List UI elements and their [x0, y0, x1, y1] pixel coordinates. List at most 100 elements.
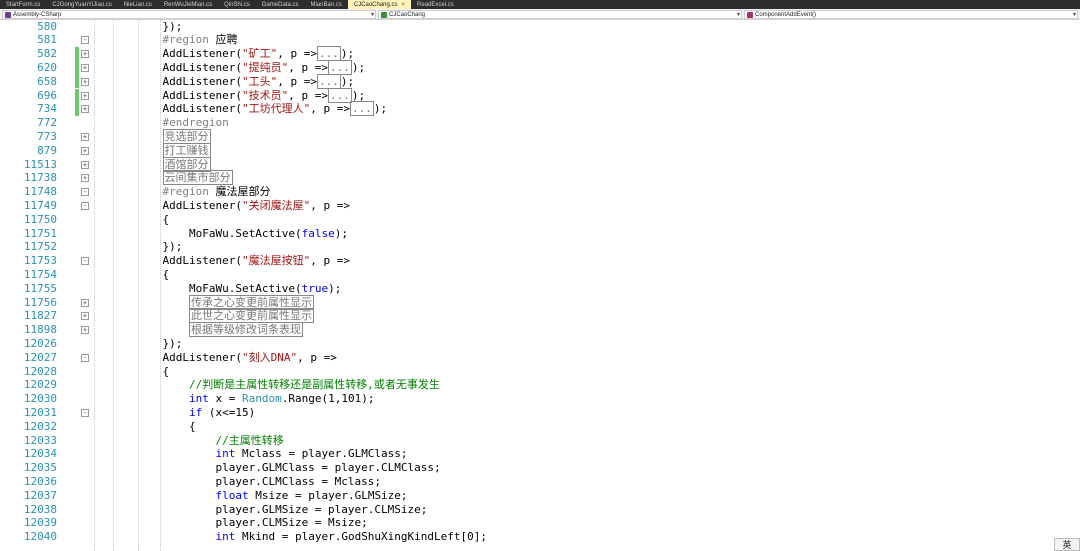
collapsed-region[interactable]: ... [327, 59, 352, 75]
code-line[interactable]: 12040 int Mkind = player.GodShuXingKindL… [0, 530, 1080, 544]
tab-cjcaochang-cs[interactable]: CJCaoChang.cs × [347, 0, 412, 9]
code-line[interactable]: 11751 MoFaWu.SetActive(false); [0, 227, 1080, 241]
code-text: 传承之心变更前属性显示 [136, 294, 314, 310]
expand-icon[interactable]: + [81, 63, 89, 72]
code-line[interactable]: 12029 //判断是主属性转移还是副属性转移,或者无事发生 [0, 378, 1080, 392]
collapse-icon[interactable]: - [81, 257, 89, 266]
code-line[interactable]: 12034 int Mclass = player.GLMClass; [0, 447, 1080, 461]
expand-icon[interactable]: + [81, 77, 89, 86]
code-line[interactable]: 11753 - AddListener("魔法屋按钮", p => [0, 254, 1080, 268]
collapsed-region[interactable]: 根据等级修改词条表现 [188, 322, 303, 338]
code-line[interactable]: 11513 + 酒馆部分 [0, 156, 1080, 172]
tab-renwujiemian-cs[interactable]: RenWuJieMian.cs [158, 0, 218, 9]
expand-icon[interactable]: + [81, 298, 89, 307]
collapse-icon[interactable]: - [81, 353, 89, 362]
code-line[interactable]: 12039 player.CLMSize = Msize; [0, 516, 1080, 530]
collapse-icon[interactable]: - [81, 408, 89, 417]
line-number: 879 [37, 143, 57, 157]
code-line[interactable]: 12031 - if (x<=15) [0, 406, 1080, 420]
code-line[interactable]: 12030 int x = Random.Range(1,101); [0, 392, 1080, 406]
chevron-down-icon: ▾ [370, 12, 374, 18]
tab-mianban-cs[interactable]: MianBan.cs [304, 0, 347, 9]
expand-icon[interactable]: + [81, 160, 89, 169]
code-line[interactable]: 12032 { [0, 420, 1080, 434]
line-number: 12039 [23, 516, 57, 530]
code-text: 打工赚钱 [136, 142, 211, 158]
code-line[interactable]: 11752 }); [0, 240, 1080, 254]
code-line[interactable]: 696 + AddListener("技术员", p =>...); [0, 87, 1080, 103]
collapsed-region[interactable]: ... [316, 46, 341, 62]
code-line[interactable]: 582 + AddListener("矿工", p =>...); [0, 46, 1080, 62]
code-line[interactable]: 12026 }); [0, 337, 1080, 351]
collapsed-region[interactable]: 云间集市部分 [162, 170, 233, 186]
code-line[interactable]: 879 + 打工赚钱 [0, 142, 1080, 158]
collapsed-region[interactable]: 此世之心变更前属性显示 [188, 308, 314, 324]
code-line[interactable]: 12037 float Msize = player.GLMSize; [0, 489, 1080, 503]
code-line[interactable]: 580 }); [0, 20, 1080, 34]
code-token: x = [208, 392, 242, 406]
code-line[interactable]: 11749 - AddListener("关闭魔法屋", p => [0, 199, 1080, 213]
ime-indicator[interactable]: 英 [1054, 538, 1080, 551]
code-text: 根据等级修改词条表现 [136, 322, 303, 338]
tab-readexcel-cs[interactable]: ReadExcel.cs [411, 0, 460, 9]
code-line[interactable]: 11748 - #region 魔法屋部分 [0, 185, 1080, 199]
tab-cjgongyuanyijiao-cs[interactable]: CJGongYuanYiJiao.cs [46, 0, 117, 9]
code-line[interactable]: 12036 player.CLMClass = Mclass; [0, 475, 1080, 489]
code-line[interactable]: 658 + AddListener("工头", p =>...); [0, 73, 1080, 89]
expand-icon[interactable]: + [81, 105, 89, 114]
code-line[interactable]: 11738 + 云间集市部分 [0, 170, 1080, 186]
code-line[interactable]: 11827 + 此世之心变更前属性显示 [0, 308, 1080, 324]
collapsed-region[interactable]: 竞选部分 [162, 128, 211, 144]
expand-icon[interactable]: + [81, 91, 89, 100]
collapsed-region[interactable]: ... [327, 87, 352, 103]
code-line[interactable]: 11754 { [0, 268, 1080, 282]
code-line[interactable]: 12027 - AddListener("刻入DNA", p => [0, 351, 1080, 365]
code-line[interactable]: 11756 + 传承之心变更前属性显示 [0, 294, 1080, 310]
member-dropdown[interactable]: ComponentAddEvent() ▾ [744, 10, 1078, 19]
close-icon[interactable]: × [402, 2, 406, 8]
change-marker [75, 88, 79, 103]
collapsed-region[interactable]: 酒馆部分 [162, 156, 211, 172]
code-line[interactable]: 12033 //主属性转移 [0, 434, 1080, 448]
code-line[interactable]: 12035 player.GLMClass = player.CLMClass; [0, 461, 1080, 475]
code-line[interactable]: 12038 player.GLMSize = player.CLMSize; [0, 503, 1080, 517]
code-line[interactable]: 11755 MoFaWu.SetActive(true); [0, 282, 1080, 296]
expand-icon[interactable]: + [81, 146, 89, 155]
expand-icon[interactable]: + [81, 50, 89, 59]
tab-startform-cs[interactable]: StartForm.cs [0, 0, 46, 9]
collapsed-region[interactable]: ... [349, 101, 374, 117]
project-dropdown[interactable]: Assembly-CSharp ▾ [2, 10, 376, 19]
code-token: "关闭魔法屋" [241, 198, 311, 212]
expand-icon[interactable]: + [81, 326, 89, 335]
class-dropdown[interactable]: CJCaoChang ▾ [378, 10, 742, 19]
collapsed-region[interactable]: ... [316, 73, 341, 89]
chevron-down-icon: ▾ [1072, 12, 1076, 18]
tab-nielian-cs[interactable]: NieLian.cs [118, 0, 158, 9]
tab-qinshi-cs[interactable]: QinShi.cs [218, 0, 256, 9]
code-token: AddListener( [136, 254, 242, 268]
code-editor[interactable]: 580 }); 581- #region 应聘 582 + AddListener("… [0, 20, 1080, 551]
collapsed-region[interactable]: 传承之心变更前属性显示 [188, 294, 314, 310]
code-token: player.GLMClass = player.CLMClass; [136, 461, 441, 475]
code-line[interactable]: 773 + 竞选部分 [0, 128, 1080, 144]
code-line[interactable]: 734 + AddListener("工坊代理人", p =>...); [0, 101, 1080, 117]
code-text: 酒馆部分 [136, 156, 211, 172]
code-line[interactable]: 12028 { [0, 365, 1080, 379]
collapsed-region[interactable]: 打工赚钱 [162, 142, 211, 158]
expand-icon[interactable]: + [81, 174, 89, 183]
expand-icon[interactable]: + [81, 312, 89, 321]
collapse-icon[interactable]: - [81, 201, 89, 210]
code-line[interactable]: 581 - #region 应聘 [0, 33, 1080, 47]
code-token: #region [162, 33, 209, 47]
collapse-icon[interactable]: - [81, 188, 89, 197]
code-line[interactable]: 11898 + 根据等级修改词条表现 [0, 322, 1080, 338]
expand-icon[interactable]: + [81, 132, 89, 141]
code-line[interactable]: 11750 { [0, 213, 1080, 227]
collapse-icon[interactable]: - [81, 36, 89, 45]
code-line[interactable]: 772 #endregion [0, 116, 1080, 130]
tab-gamedata-cs[interactable]: GameData.cs [256, 0, 305, 9]
code-line[interactable]: 620 + AddListener("提纯员", p =>...); [0, 59, 1080, 75]
code-token: AddListener( [136, 47, 242, 61]
